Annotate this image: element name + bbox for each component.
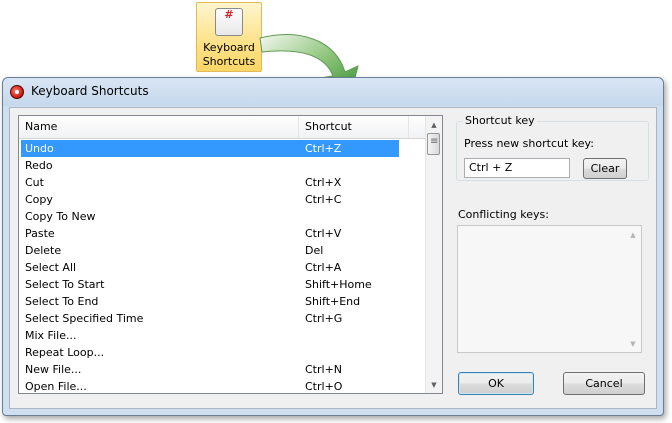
- list-header: Name Shortcut: [19, 116, 426, 139]
- scroll-down-icon[interactable]: ▼: [426, 376, 442, 393]
- list-item[interactable]: Copy To New: [19, 208, 426, 225]
- list-item[interactable]: Select Specified Time Ctrl+G: [19, 310, 426, 327]
- scroll-thumb[interactable]: [427, 133, 440, 155]
- command-name: Undo: [25, 142, 54, 155]
- command-shortcut: Ctrl+V: [305, 227, 342, 240]
- command-shortcut: Ctrl+X: [305, 176, 342, 189]
- dialog-title: Keyboard Shortcuts: [31, 84, 149, 98]
- shortcut-glyph: #: [224, 8, 234, 21]
- list-item[interactable]: New File... Ctrl+N: [19, 361, 426, 378]
- list-rows: Undo Ctrl+Z Redo Cut Ctrl+X Copy Ctrl+C Copy To…: [19, 140, 426, 393]
- command-shortcut: Ctrl+G: [305, 312, 343, 325]
- list-item[interactable]: Redo: [19, 157, 426, 174]
- command-shortcut: Ctrl+N: [305, 363, 343, 376]
- conflicting-keys-list[interactable]: ▲ ▼: [457, 225, 642, 353]
- press-new-key-label: Press new shortcut key:: [464, 137, 594, 150]
- app-record-icon: [10, 85, 24, 99]
- shortcut-key-group: Shortcut key Press new shortcut key: Ctr…: [456, 114, 649, 181]
- command-name: Select To Start: [25, 278, 105, 291]
- conflicting-keys-label: Conflicting keys:: [458, 208, 549, 221]
- command-name: Mix File...: [25, 329, 77, 342]
- command-name: Cut: [25, 176, 44, 189]
- group-legend: Shortcut key: [463, 114, 537, 127]
- dialog-client-area: Name Shortcut Undo Ctrl+Z Redo Cut Ctrl+X Cop…: [9, 107, 657, 409]
- scroll-up-icon[interactable]: ▲: [426, 116, 442, 133]
- scroll-up-icon[interactable]: ▲: [625, 226, 641, 243]
- title-bar: Keyboard Shortcuts: [3, 78, 663, 106]
- clear-button[interactable]: Clear: [583, 158, 627, 179]
- list-item[interactable]: Open File... Ctrl+O: [19, 378, 426, 393]
- list-item[interactable]: Repeat Loop...: [19, 344, 426, 361]
- list-item[interactable]: Copy Ctrl+C: [19, 191, 426, 208]
- command-shortcut: Ctrl+O: [305, 380, 343, 393]
- command-name: New File...: [25, 363, 82, 376]
- command-shortcut: Ctrl+A: [305, 261, 342, 274]
- ok-button[interactable]: OK: [458, 372, 534, 395]
- command-name: Select Specified Time: [25, 312, 144, 325]
- list-item[interactable]: Select To Start Shift+Home: [19, 276, 426, 293]
- column-header-shortcut[interactable]: Shortcut: [299, 116, 409, 138]
- keyboard-shortcuts-dialog: Keyboard Shortcuts Name Shortcut Undo Ctr…: [2, 77, 664, 416]
- list-item[interactable]: Delete Del: [19, 242, 426, 259]
- list-item[interactable]: Cut Ctrl+X: [19, 174, 426, 191]
- list-item[interactable]: Mix File...: [19, 327, 426, 344]
- command-name: Delete: [25, 244, 62, 257]
- command-name: Copy: [25, 193, 53, 206]
- command-name: Select To End: [25, 295, 99, 308]
- list-scrollbar[interactable]: ▲ ▼: [425, 116, 442, 393]
- command-name: Repeat Loop...: [25, 346, 105, 359]
- conflict-scrollbar[interactable]: ▲ ▼: [625, 226, 641, 352]
- cancel-button[interactable]: Cancel: [563, 372, 645, 395]
- list-item[interactable]: Undo Ctrl+Z: [21, 140, 399, 157]
- command-shortcut: Del: [305, 244, 324, 257]
- command-shortcut: Shift+Home: [305, 278, 372, 291]
- keyboard-shortcut-icon: #: [215, 8, 243, 36]
- list-item[interactable]: Paste Ctrl+V: [19, 225, 426, 242]
- list-item[interactable]: Select All Ctrl+A: [19, 259, 426, 276]
- command-name: Redo: [25, 159, 53, 172]
- command-name: Paste: [25, 227, 55, 240]
- scroll-down-icon[interactable]: ▼: [625, 335, 641, 352]
- column-header-name[interactable]: Name: [19, 116, 299, 138]
- command-name: Copy To New: [25, 210, 96, 223]
- command-name: Select All: [25, 261, 77, 274]
- command-name: Open File...: [25, 380, 87, 393]
- command-shortcut: Shift+End: [305, 295, 361, 308]
- command-shortcut: Ctrl+C: [305, 193, 342, 206]
- shortcut-key-input[interactable]: Ctrl + Z: [464, 158, 570, 178]
- shortcut-list[interactable]: Name Shortcut Undo Ctrl+Z Redo Cut Ctrl+X Cop…: [18, 115, 443, 394]
- list-item[interactable]: Select To End Shift+End: [19, 293, 426, 310]
- command-shortcut: Ctrl+Z: [305, 142, 342, 155]
